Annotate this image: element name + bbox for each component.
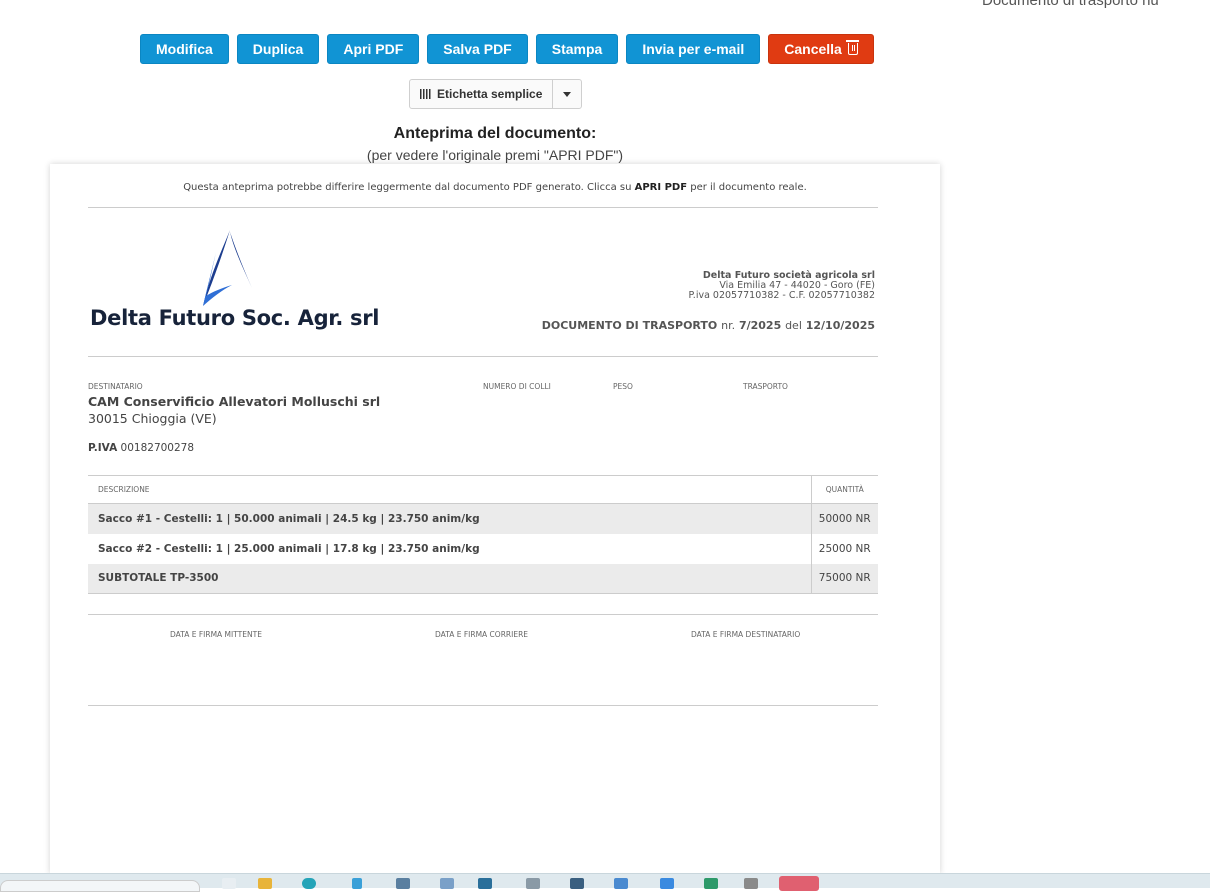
recipient-name: CAM Conservificio Allevatori Molluschi s…: [88, 394, 381, 409]
caret-down-icon: [563, 91, 572, 97]
recipient-vat: P.IVA 00182700278: [88, 442, 194, 454]
app-icon[interactable]: [744, 878, 758, 889]
document-title: DOCUMENTO DI TRASPORTO nr. 7/2025 del 12…: [542, 319, 875, 332]
recipient-vat-value: 00182700278: [120, 442, 195, 454]
taskbar-search-box[interactable]: [0, 880, 200, 892]
open-pdf-button[interactable]: Apri PDF: [327, 34, 420, 64]
recipient-signature-label: DATA E FIRMA DESTINATARIO: [691, 630, 801, 639]
edit-button[interactable]: Modifica: [140, 34, 229, 64]
row-quantity: 25000 NR: [810, 533, 878, 564]
duplicate-button[interactable]: Duplica: [236, 34, 320, 64]
folder-icon[interactable]: [258, 878, 272, 889]
app-icon[interactable]: [526, 878, 540, 889]
recipient-vat-label: P.IVA: [88, 442, 118, 454]
disclaimer-post: per il documento reale.: [687, 182, 807, 193]
app-icon[interactable]: [396, 878, 410, 889]
app-icon[interactable]: [704, 878, 718, 889]
table-row: Sacco #1 - Cestelli: 1 | 50.000 animali …: [88, 503, 878, 534]
doc-date: 12/10/2025: [805, 319, 875, 332]
send-email-button[interactable]: Invia per e-mail: [626, 34, 761, 64]
doc-number: 7/2025: [738, 319, 782, 332]
os-taskbar: [0, 873, 1210, 892]
document-preview: Questa anteprima potrebbe differire legg…: [50, 164, 940, 874]
logo-text: Delta Futuro Soc. Agr. srl: [90, 306, 380, 330]
company-info: Delta Futuro società agricola srl Via Em…: [689, 271, 875, 301]
simple-label-text: Etichetta semplice: [437, 87, 543, 101]
print-button[interactable]: Stampa: [535, 34, 619, 64]
action-toolbar: Modifica Duplica Apri PDF Salva PDF Stam…: [140, 34, 874, 64]
delete-button[interactable]: Cancella: [768, 34, 874, 64]
simple-label-button[interactable]: Etichetta semplice: [410, 80, 554, 108]
preview-title: Anteprima del documento:: [393, 125, 597, 142]
table-header: DESCRIZIONE QUANTITÀ: [88, 475, 878, 504]
row-quantity: 50000 NR: [810, 503, 878, 534]
sailboat-logo-icon: [203, 230, 252, 306]
preview-disclaimer: Questa anteprima potrebbe differire legg…: [50, 182, 940, 193]
divider: [88, 356, 878, 357]
packages-label: NUMERO DI COLLI: [483, 382, 551, 391]
company-vat: P.iva 02057710382 - C.F. 02057710382: [688, 290, 875, 301]
page-heading: Documento di trasporto nu: [982, 0, 1159, 9]
doc-date-label: del: [785, 319, 802, 332]
barcode-icon: [420, 89, 432, 99]
table-row: Sacco #2 - Cestelli: 1 | 25.000 animali …: [88, 533, 878, 564]
phone-icon[interactable]: [352, 878, 362, 889]
divider: [88, 207, 878, 208]
app-icon[interactable]: [614, 878, 628, 889]
divider: [88, 705, 878, 706]
label-dropdown-toggle[interactable]: [553, 80, 581, 108]
app-icon[interactable]: [660, 878, 674, 889]
items-table: DESCRIZIONE QUANTITÀ Sacco #1 - Cestelli…: [88, 475, 878, 594]
disclaimer-bold: APRI PDF: [634, 182, 688, 193]
label-button-group: Etichetta semplice: [409, 79, 583, 109]
app-icon[interactable]: [478, 878, 492, 889]
file-icon[interactable]: [222, 878, 236, 889]
row-description: Sacco #2 - Cestelli: 1 | 25.000 animali …: [98, 542, 480, 555]
description-header: DESCRIZIONE: [88, 475, 811, 504]
preview-subtitle: (per vedere l'originale premi "APRI PDF"…: [366, 147, 624, 163]
carrier-signature-label: DATA E FIRMA CORRIERE: [435, 630, 529, 639]
doc-nr-label: nr.: [721, 319, 736, 332]
save-pdf-button[interactable]: Salva PDF: [427, 34, 528, 64]
recipient-label: DESTINATARIO: [88, 382, 143, 391]
trash-icon: [845, 40, 859, 55]
app-icon[interactable]: [570, 878, 584, 889]
recipient-city: 30015 Chioggia (VE): [88, 411, 217, 426]
transport-label: TRASPORTO: [743, 382, 788, 391]
app-icon[interactable]: [440, 878, 454, 889]
disclaimer-pre: Questa anteprima potrebbe differire legg…: [183, 182, 635, 193]
subtotal-quantity: 75000 NR: [810, 563, 878, 594]
doc-type: DOCUMENTO DI TRASPORTO: [541, 319, 718, 332]
weight-label: PESO: [613, 382, 633, 391]
divider: [88, 614, 878, 615]
app-icon[interactable]: [779, 876, 819, 891]
quantity-header: QUANTITÀ: [810, 475, 878, 504]
subtotal-description: SUBTOTALE TP-3500: [88, 563, 811, 594]
subtotal-row: SUBTOTALE TP-3500 75000 NR: [88, 563, 878, 594]
delete-label: Cancella: [784, 41, 842, 57]
sender-signature-label: DATA E FIRMA MITTENTE: [170, 630, 262, 639]
browser-icon[interactable]: [302, 878, 316, 889]
row-description: Sacco #1 - Cestelli: 1 | 50.000 animali …: [88, 503, 811, 534]
